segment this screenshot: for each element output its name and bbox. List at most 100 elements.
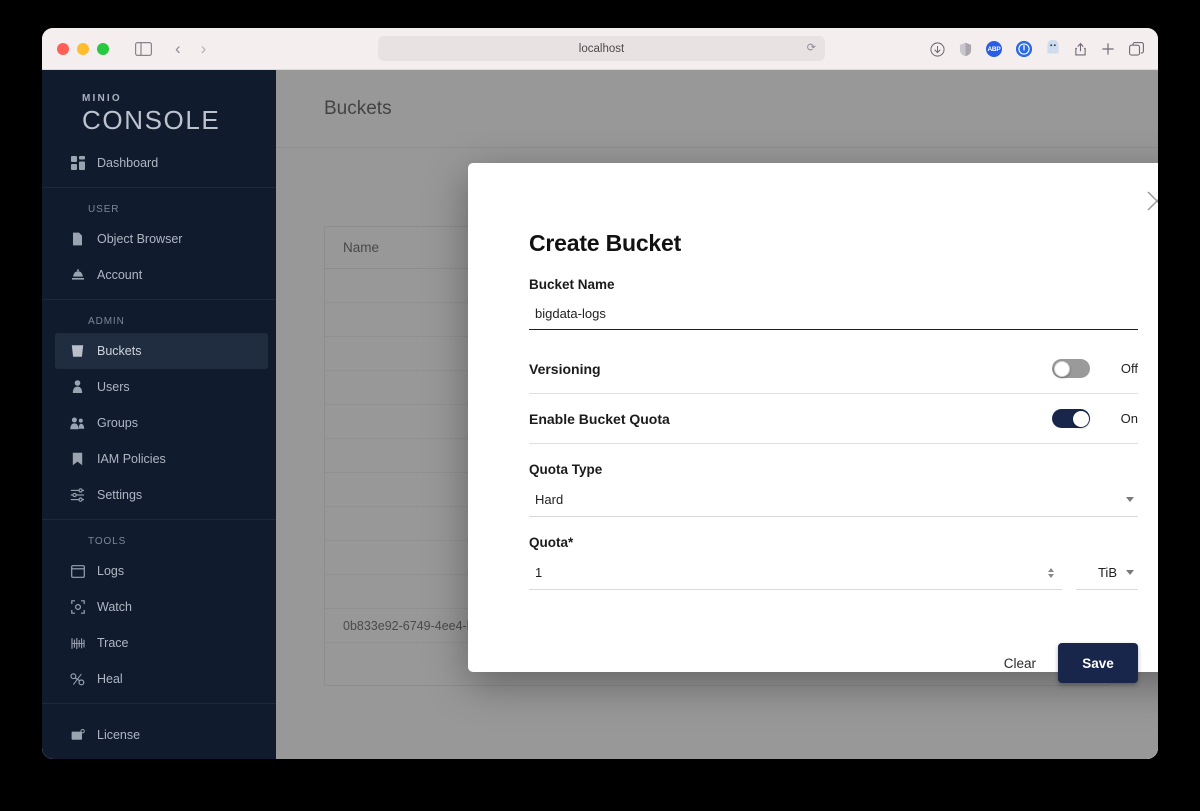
logs-icon xyxy=(70,564,85,579)
main-content: Buckets + Create Bucket Name Creation Da… xyxy=(276,70,1158,759)
onepassword-icon[interactable] xyxy=(1016,41,1032,57)
sidebar-item-settings[interactable]: Settings xyxy=(55,477,268,513)
sidebar-group-user: USER Object Browser Account xyxy=(42,187,276,299)
bucket-name-label: Bucket Name xyxy=(529,277,615,292)
settings-icon xyxy=(70,488,85,503)
logo-minio-text: MINIO xyxy=(82,93,122,104)
sidebar-item-license[interactable]: License xyxy=(55,717,268,753)
quota-type-value: Hard xyxy=(535,492,564,507)
sidebar-group-label-tools: TOOLS xyxy=(88,536,127,547)
close-window-button[interactable] xyxy=(57,42,69,55)
modal-title: Create Bucket xyxy=(529,230,682,256)
groups-icon xyxy=(70,416,85,431)
stepper-down-icon[interactable] xyxy=(1048,573,1054,578)
sidebar-item-users[interactable]: Users xyxy=(55,369,268,405)
sidebar-item-heal[interactable]: Heal xyxy=(55,661,268,697)
bookmark-icon xyxy=(70,452,85,467)
sidebar-item-label: Users xyxy=(97,380,130,394)
sidebar-item-logs[interactable]: Logs xyxy=(55,553,268,589)
back-icon[interactable]: ‹ xyxy=(175,40,181,57)
adblock-plus-label: ABP xyxy=(987,45,1001,53)
versioning-state: Off xyxy=(1120,361,1138,376)
minio-console-logo: MINIO CONSOLE xyxy=(42,70,276,136)
quota-enable-label: Enable Bucket Quota xyxy=(529,410,670,427)
close-icon[interactable] xyxy=(1142,186,1158,216)
toolbar-icons: ABP xyxy=(930,28,1144,70)
sidebar-item-label: Settings xyxy=(97,488,143,502)
browser-window: ‹ › localhost ⟳ ABP MINIO CONSOLE Dashbo… xyxy=(42,28,1158,759)
sidebar-item-label: License xyxy=(97,728,141,742)
save-button[interactable]: Save xyxy=(1058,643,1138,683)
quota-input-row: 1 TiB xyxy=(529,556,1138,590)
app-sidebar: MINIO CONSOLE Dashboard USER Object Brow… xyxy=(42,70,276,759)
account-icon xyxy=(70,268,85,283)
forward-icon[interactable]: › xyxy=(201,40,207,57)
sidebar-item-dashboard[interactable]: Dashboard xyxy=(55,145,268,181)
downloads-icon[interactable] xyxy=(930,41,945,57)
quantity-stepper[interactable] xyxy=(1048,567,1054,578)
sidebar-item-label: Account xyxy=(97,268,143,282)
quota-type-label: Quota Type xyxy=(529,462,603,477)
user-icon xyxy=(70,380,85,395)
duckduckgo-icon[interactable] xyxy=(1046,39,1060,59)
zoom-window-button[interactable] xyxy=(97,42,109,55)
versioning-toggle-knob xyxy=(1053,360,1070,377)
sidebar-group-label-user: USER xyxy=(88,204,120,215)
sidebar-group-license: License xyxy=(42,703,276,759)
bucket-name-field: Bucket Name bigdata-logs xyxy=(529,277,1138,330)
adblock-plus-icon[interactable]: ABP xyxy=(986,41,1002,57)
quota-type-field: Quota Type Hard xyxy=(529,462,1138,517)
sidebar-item-iam-policies[interactable]: IAM Policies xyxy=(55,441,268,477)
quota-type-select[interactable]: Hard xyxy=(529,483,1138,517)
sidebar-group-label-admin: ADMIN xyxy=(88,316,125,327)
sidebar-icon[interactable] xyxy=(135,41,152,56)
logo-console-text: CONSOLE xyxy=(82,105,221,135)
sidebar-item-label: Object Browser xyxy=(97,232,183,246)
quota-enable-toggle-knob xyxy=(1072,410,1089,427)
quota-label: Quota* xyxy=(529,535,574,550)
share-icon[interactable] xyxy=(1074,41,1087,57)
sidebar-item-label: Dashboard xyxy=(97,156,159,170)
sidebar-item-label: Heal xyxy=(97,672,123,686)
screen: ‹ › localhost ⟳ ABP MINIO CONSOLE Dashbo… xyxy=(0,0,1200,811)
quota-unit-value: TiB xyxy=(1097,565,1117,580)
minimize-window-button[interactable] xyxy=(77,42,89,55)
sidebar-item-buckets[interactable]: Buckets xyxy=(55,333,268,369)
stepper-up-icon[interactable] xyxy=(1048,567,1054,572)
address-bar-url: localhost xyxy=(578,42,625,55)
sidebar-item-account[interactable]: Account xyxy=(55,257,268,293)
clear-button[interactable]: Clear xyxy=(1004,656,1036,671)
sidebar-item-label: Logs xyxy=(97,564,125,578)
sidebar-item-trace[interactable]: Trace xyxy=(55,625,268,661)
bucket-name-input[interactable]: bigdata-logs xyxy=(529,297,1138,330)
reload-icon[interactable]: ⟳ xyxy=(807,41,816,54)
quota-value: 1 xyxy=(535,565,543,580)
versioning-row: Versioning Off xyxy=(529,344,1138,394)
quota-unit-select[interactable]: TiB xyxy=(1076,556,1138,590)
document-icon xyxy=(70,232,85,247)
sidebar-item-object-browser[interactable]: Object Browser xyxy=(55,221,268,257)
sidebar-item-watch[interactable]: Watch xyxy=(55,589,268,625)
create-bucket-modal: Create Bucket Bucket Name bigdata-logs V… xyxy=(468,163,1158,683)
sidebar-group-main: Dashboard xyxy=(42,139,276,187)
sidebar-item-groups[interactable]: Groups xyxy=(55,405,268,441)
app-page: MINIO CONSOLE Dashboard USER Object Brow… xyxy=(42,70,1158,759)
sidebar-group-admin: ADMIN Buckets Users Groups IAM Policies … xyxy=(42,299,276,519)
new-tab-icon[interactable] xyxy=(1101,42,1115,56)
sidebar-item-label: Watch xyxy=(97,600,132,614)
shield-icon[interactable] xyxy=(959,42,972,57)
versioning-toggle[interactable] xyxy=(1052,359,1090,378)
chevron-down-icon xyxy=(1126,497,1134,502)
quota-number-input[interactable]: 1 xyxy=(529,556,1062,590)
bucket-name-value: bigdata-logs xyxy=(535,305,606,321)
heal-icon xyxy=(70,672,85,687)
traffic-lights xyxy=(42,42,109,55)
quota-enable-toggle[interactable] xyxy=(1052,409,1090,428)
tab-overview-icon[interactable] xyxy=(1129,42,1144,56)
sidebar-item-label: Groups xyxy=(97,416,138,430)
quota-enable-row: Enable Bucket Quota On xyxy=(529,394,1138,444)
address-bar[interactable]: localhost ⟳ xyxy=(378,36,825,61)
nav-arrows: ‹ › xyxy=(175,40,206,57)
trace-icon xyxy=(70,636,85,651)
sidebar-item-label: Buckets xyxy=(97,344,142,358)
